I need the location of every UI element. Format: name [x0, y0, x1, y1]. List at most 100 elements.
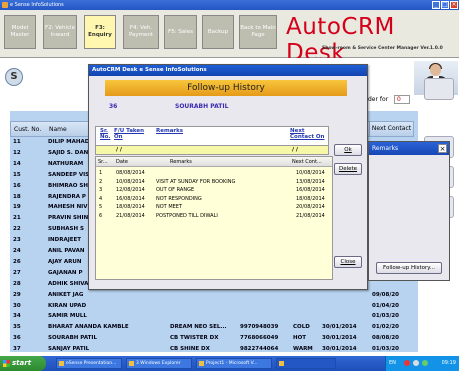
brand-subtitle: Show-room & Service Center Manager Ver.1… — [322, 46, 443, 51]
table-row[interactable]: 36 SOURABH PATIL CB TWISTER DX 7768066049 HO… — [10, 334, 414, 343]
col-cust-no[interactable]: Cust. No. — [14, 126, 41, 133]
history-cell-sr: 3 — [99, 187, 103, 194]
model-master-button[interactable]: Model Master — [4, 15, 36, 49]
history-cell-sr: 6 — [99, 213, 103, 219]
col-name[interactable]: Name — [49, 126, 67, 133]
history-row[interactable]: 4 16/08/2014 NOT RESPONDING 18/08/2014 — [96, 196, 332, 203]
history-row[interactable]: 6 21/08/2014 POSTPONED TILL DIWALI 21/08/20… — [96, 213, 332, 220]
system-tray: EN 09:19 — [385, 356, 459, 371]
entry-col-sr: Sr. No. — [100, 128, 111, 140]
history-row[interactable]: 1 08/08/2014 10/08/2014 — [96, 170, 332, 177]
history-cell-remarks: NOT MEET — [156, 204, 183, 211]
followup-dialog-title: AutoCRM Desk e Sense InfoSolutions — [89, 65, 367, 76]
entry-taken-on-field[interactable]: / / — [116, 147, 122, 153]
history-row[interactable]: 2 10/08/2014 VISIT AT SUNDAY FOR BOOKING 13… — [96, 179, 332, 186]
folder-icon — [129, 361, 134, 366]
cell-model: CB SHINE DX — [170, 346, 210, 353]
table-row[interactable]: 29 ANIKET JAG 09/08/20 — [10, 291, 414, 300]
main-toolbar: Model Master F2: Vehicle Inward F3: Enqu… — [0, 10, 459, 66]
history-col-next[interactable]: Next Cont... — [292, 159, 322, 165]
app-icon — [279, 361, 284, 366]
ok-button[interactable]: Ok — [334, 144, 362, 156]
search-icon[interactable]: S — [5, 68, 23, 86]
history-col-remarks[interactable]: Remarks — [170, 159, 192, 165]
delete-button[interactable]: Delete — [334, 163, 362, 175]
cell-name: BHIMRAO SH — [48, 182, 88, 189]
history-cell-remarks: VISIT AT SUNDAY FOR BOOKING — [156, 178, 236, 185]
history-cell-remarks: POSTPONED TILL DIWALI — [156, 213, 218, 219]
taskbar-item-explorer[interactable]: 3 Windows Explorer — [126, 358, 192, 369]
cell-cust-no: 37 — [13, 346, 21, 353]
history-cell-date: 08/08/2014 — [116, 170, 145, 176]
cell-name: SANJAY PATIL — [48, 346, 90, 353]
history-cell-date: 18/08/2014 — [116, 204, 145, 211]
cell-cust-no: 36 — [13, 335, 21, 342]
cell-cust-no: 15 — [13, 171, 21, 178]
cell-name: SOURABH PATIL — [48, 335, 97, 342]
vehicle-inward-button[interactable]: F2: Vehicle Inward — [43, 15, 77, 49]
order-for-value[interactable]: 0 — [394, 95, 410, 104]
tray-icon[interactable] — [404, 360, 410, 366]
followup-entry-header: Sr. No. F/U Taken On Remarks Next Contac… — [95, 126, 329, 146]
cell-cust-no: 29 — [13, 291, 21, 298]
followup-header: Follow-up History — [105, 80, 347, 96]
history-cell-date: 10/08/2014 — [116, 178, 145, 185]
col-next-contact[interactable]: Next Contact — [369, 121, 414, 137]
cell-date: 30/01/2014 — [322, 346, 357, 353]
taskbar-item-autocrm[interactable] — [276, 358, 336, 369]
language-indicator[interactable]: EN — [389, 360, 396, 366]
remarks-panel-title: Remarks × — [369, 142, 449, 155]
history-col-sr[interactable]: Sr... — [98, 159, 108, 165]
cell-name: BHARAT ANANDA KAMBLE — [48, 324, 129, 331]
taskbar-item-presentation[interactable]: eSense Presentation... — [56, 358, 122, 369]
entry-next-field[interactable]: / / — [292, 147, 298, 153]
cell-next-contact: 01/04/20 — [372, 302, 399, 309]
enquiry-button[interactable]: F3: Enquiry — [84, 15, 116, 49]
followup-cust-name: SOURABH PATIL — [175, 103, 229, 110]
cell-name: MAHESH NIV — [48, 204, 88, 211]
cell-name: NATHURAM — [48, 160, 84, 167]
taskbar-item-label: eSense Presentation... — [66, 361, 117, 366]
history-cell-next: 13/08/2014 — [296, 178, 325, 185]
vehicle-payment-button[interactable]: F4: Veh. Payment — [123, 15, 159, 49]
table-row[interactable]: 34 SAMIR MULL 01/03/20 — [10, 312, 414, 321]
history-cell-next: 21/08/2014 — [296, 213, 325, 219]
close-button[interactable]: × — [450, 1, 458, 9]
start-button[interactable]: start — [0, 356, 46, 371]
cell-name: AJAY ARUN — [48, 258, 82, 265]
followup-history-button[interactable]: Follow-up History... — [376, 262, 442, 274]
history-row[interactable]: 5 18/08/2014 NOT MEET 20/08/2014 — [96, 204, 332, 211]
volume-icon[interactable] — [413, 360, 419, 366]
backup-button[interactable]: Backup — [202, 15, 234, 49]
remarks-title-text: Remarks — [372, 145, 399, 152]
network-icon[interactable] — [422, 360, 428, 366]
cell-cust-no: 11 — [13, 139, 21, 145]
cell-status: HOT — [293, 335, 307, 342]
history-col-date[interactable]: Date — [116, 159, 128, 165]
taskbar-item-project[interactable]: Project1 - Microsoft V... — [196, 358, 272, 369]
cell-cust-no: 26 — [13, 258, 21, 265]
app-title-bar: e Sense InfoSolutions _ □ × — [0, 0, 459, 10]
table-row[interactable]: 35 BHARAT ANANDA KAMBLE DREAM NEO SEL... 99… — [10, 323, 414, 332]
side-button-1[interactable] — [424, 78, 454, 100]
minimize-button[interactable]: _ — [432, 1, 440, 9]
close-icon[interactable]: × — [438, 144, 447, 153]
cell-model: DREAM NEO SEL... — [170, 324, 227, 331]
cell-name: KIRAN UPAD — [48, 302, 87, 309]
cell-name: INDRAJEET — [48, 237, 82, 244]
followup-entry-row[interactable]: / / / / — [95, 146, 329, 155]
back-to-main-button[interactable]: Back to Main Page — [239, 15, 277, 49]
presentation-icon — [59, 361, 64, 366]
app-title: e Sense InfoSolutions — [10, 2, 64, 8]
table-row[interactable]: 37 SANJAY PATIL CB SHINE DX 9822744064 WARM 3… — [10, 345, 414, 354]
maximize-button[interactable]: □ — [441, 1, 449, 9]
history-cell-date: 12/08/2014 — [116, 187, 145, 194]
cell-next-contact: 08/08/20 — [372, 335, 399, 342]
close-dialog-button[interactable]: Close — [334, 256, 362, 268]
sales-button[interactable]: F5: Sales — [164, 15, 197, 49]
cell-name: SUBHASH S — [48, 226, 84, 233]
windows-flag-icon — [3, 360, 10, 367]
table-row[interactable]: 30 KIRAN UPAD 01/04/20 — [10, 302, 414, 311]
cell-name: SAJID S. DAN — [48, 149, 89, 156]
history-row[interactable]: 3 12/08/2014 OUT OF RANGE 16/08/2014 — [96, 187, 332, 194]
